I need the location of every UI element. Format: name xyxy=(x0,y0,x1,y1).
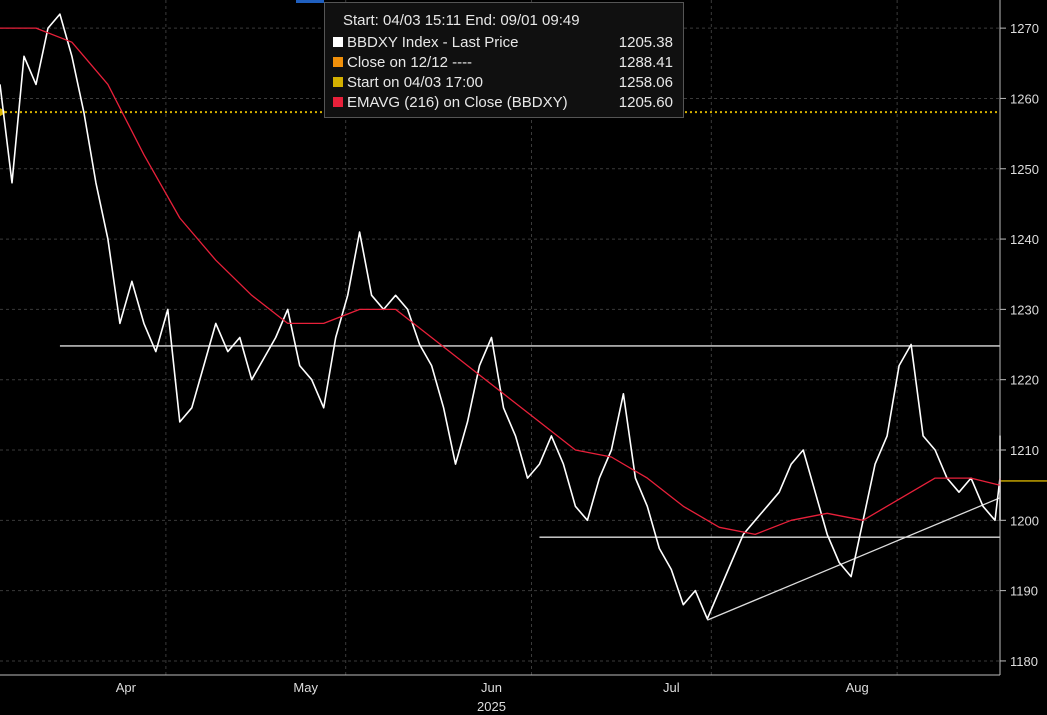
y-tick-label: 1220 xyxy=(1010,373,1039,388)
legend-value: 1258.06 xyxy=(618,74,673,91)
legend-swatch xyxy=(333,77,343,87)
legend-item-close: Close on 12/12 ---- 1288.41 xyxy=(333,54,679,72)
legend-swatch xyxy=(333,37,343,47)
y-tick-label: 1210 xyxy=(1010,443,1039,458)
legend-swatch xyxy=(333,57,343,67)
x-year-label: 2025 xyxy=(477,699,506,714)
legend-item-emavg: EMAVG (216) on Close (BBDXY) 1205.60 xyxy=(333,94,679,112)
y-tick-label: 1180 xyxy=(1010,654,1038,669)
y-tick-label: 1260 xyxy=(1010,91,1039,106)
legend-header: Start: 04/03 15:11 End: 09/01 09:49 xyxy=(343,12,580,29)
x-tick-label: Aug xyxy=(846,680,869,695)
y-tick-label: 1190 xyxy=(1010,584,1038,599)
x-tick-label: Apr xyxy=(116,680,137,695)
reference-lines xyxy=(0,108,1047,621)
y-tick-label: 1200 xyxy=(1010,513,1039,528)
legend-value: 1205.38 xyxy=(618,34,673,51)
y-tick-label: 1270 xyxy=(1010,21,1039,36)
legend-label: Close on 12/12 ---- xyxy=(347,54,473,71)
legend-label: Start on 04/03 17:00 xyxy=(347,74,483,91)
x-tick-label: May xyxy=(293,680,318,695)
legend-swatch xyxy=(333,97,343,107)
x-tick-label: Jun xyxy=(481,680,502,695)
trend-line xyxy=(707,497,1001,621)
legend-label: BBDXY Index - Last Price xyxy=(347,34,519,51)
y-tick-label: 1250 xyxy=(1010,162,1039,177)
legend-label: EMAVG (216) on Close (BBDXY) xyxy=(347,94,568,111)
legend-value: 1205.60 xyxy=(618,94,673,111)
legend-value: 1288.41 xyxy=(618,54,673,71)
y-tick-label: 1230 xyxy=(1010,302,1039,317)
legend-item-start: Start on 04/03 17:00 1258.06 xyxy=(333,74,679,92)
chart-legend: Start: 04/03 15:11 End: 09/01 09:49 BBDX… xyxy=(324,2,684,118)
y-tick-label: 1240 xyxy=(1010,232,1039,247)
x-tick-label: Jul xyxy=(663,680,680,695)
legend-item-last-price: BBDXY Index - Last Price 1205.38 xyxy=(333,34,679,52)
